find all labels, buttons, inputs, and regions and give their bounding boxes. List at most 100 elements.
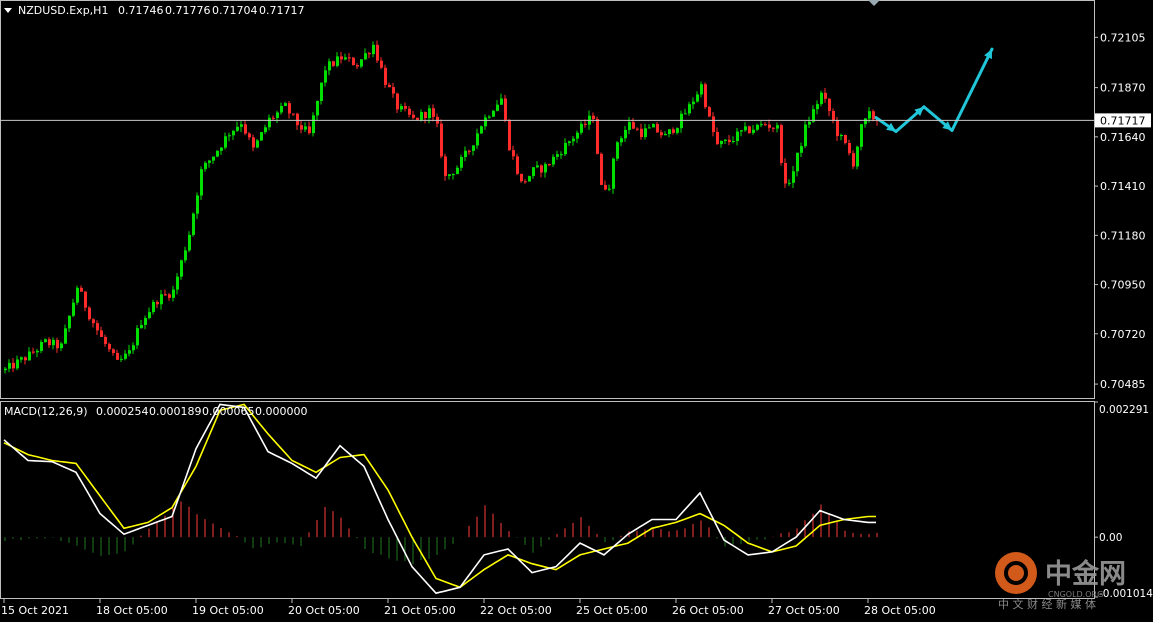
candle-body (564, 142, 567, 155)
candle-body (444, 156, 447, 176)
candle-body (304, 126, 307, 130)
candle-body (760, 124, 763, 126)
candle-body (36, 350, 39, 353)
candle-body (324, 70, 327, 83)
candle-body (872, 111, 875, 120)
candle-body (636, 128, 639, 130)
price-tick-label: 0.71410 (1100, 180, 1146, 193)
candle-body (188, 234, 191, 251)
price-tick-label: 0.71640 (1100, 131, 1146, 144)
candle-body (432, 108, 435, 117)
candle-body (420, 112, 423, 120)
candle-body (708, 107, 711, 117)
candle-body (756, 124, 759, 130)
candle-body (28, 351, 31, 361)
candle-body (576, 132, 579, 139)
candle-body (700, 84, 703, 95)
candle-body (496, 104, 499, 111)
candle-body (60, 343, 63, 349)
candle-body (24, 357, 27, 361)
macd-hist-value: 0.000065 (202, 405, 255, 418)
candle-body (532, 167, 535, 177)
candle-body (48, 339, 51, 346)
candle-body (796, 152, 799, 172)
candle-body (312, 115, 315, 134)
price-tick-label: 0.71180 (1100, 229, 1146, 242)
candle-body (416, 117, 419, 120)
candle-body (820, 92, 823, 105)
candle-body (664, 134, 667, 136)
candle-body (424, 112, 427, 119)
candle-body (348, 57, 351, 59)
candle-body (780, 125, 783, 163)
candle-body (164, 294, 167, 296)
candle-body (328, 61, 331, 71)
price-tick-label: 0.72105 (1100, 31, 1146, 44)
candle-body (352, 57, 355, 66)
price-header: NZDUSD.Exp,H1 0.71746 0.71776 0.71704 0.… (4, 4, 305, 17)
candle-body (372, 44, 375, 55)
candle-body (736, 131, 739, 141)
candle-body (620, 138, 623, 143)
candle-body (792, 171, 795, 183)
candle-body (368, 53, 371, 55)
candle-body (648, 127, 651, 129)
brand-logo-icon (995, 552, 1037, 594)
symbol-label: NZDUSD.Exp,H1 (18, 4, 108, 17)
candle-body (712, 116, 715, 132)
candle-body (776, 125, 779, 129)
candle-body (544, 164, 547, 173)
high-value: 0.71776 (165, 4, 211, 17)
candle-body (688, 104, 691, 114)
candle-body (604, 184, 607, 190)
candle-body (232, 130, 235, 136)
candle-body (320, 82, 323, 101)
candle-body (848, 143, 851, 154)
candle-body (156, 301, 159, 305)
candle-body (276, 112, 279, 119)
candle-body (748, 126, 751, 133)
candle-body (316, 100, 319, 116)
candle-body (184, 250, 187, 261)
candle-body (844, 134, 847, 144)
candle-body (228, 135, 231, 137)
candle-body (860, 124, 863, 147)
candle-body (680, 113, 683, 129)
candle-body (56, 339, 59, 349)
current-price-badge-text: 0.71717 (1100, 114, 1146, 127)
candle-body (152, 301, 155, 313)
candle-body (520, 173, 523, 182)
price-tick-label: 0.70950 (1100, 279, 1146, 292)
candle-body (356, 65, 359, 67)
candle-body (824, 92, 827, 99)
candle-body (572, 138, 575, 142)
macd-tick-label: 0.00 (1099, 532, 1122, 544)
candle-body (556, 154, 559, 157)
candle-body (644, 128, 647, 138)
candle-body (344, 57, 347, 60)
candle-body (380, 60, 383, 68)
candle-body (128, 350, 131, 354)
candle-body (116, 352, 119, 360)
close-value: 0.71717 (259, 4, 305, 17)
time-tick-label: 18 Oct 05:00 (96, 604, 168, 617)
candle-body (412, 114, 415, 118)
candle-body (504, 98, 507, 120)
candle-body (720, 140, 723, 145)
time-tick-label: 25 Oct 05:00 (576, 604, 648, 617)
candle-body (200, 169, 203, 196)
candle-body (124, 353, 127, 359)
trading-chart-window[interactable]: NZDUSD.Exp,H1 0.71746 0.71776 0.71704 0.… (0, 0, 1153, 622)
candle-body (264, 127, 267, 133)
candle-body (32, 351, 35, 353)
candle-body (384, 67, 387, 85)
candle-body (376, 44, 379, 61)
candle-body (580, 123, 583, 133)
candle-body (20, 357, 23, 360)
candle-body (428, 108, 431, 119)
candle-body (308, 126, 311, 134)
time-tick-label: 19 Oct 05:00 (192, 604, 264, 617)
candle-body (868, 111, 871, 119)
candle-body (120, 358, 123, 360)
candle-body (8, 362, 11, 369)
